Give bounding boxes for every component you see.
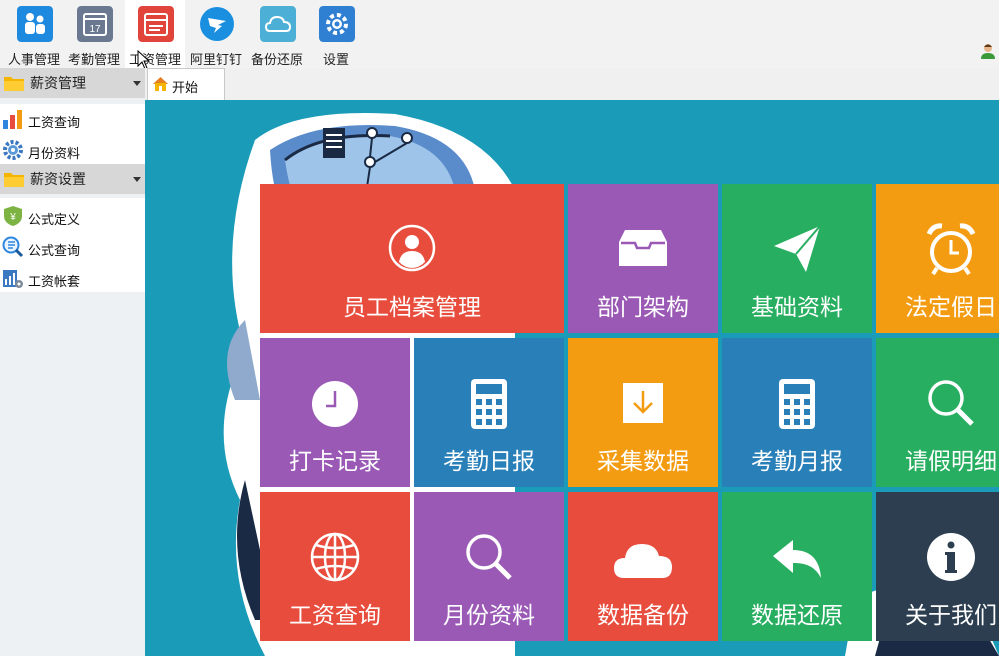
svg-text:¥: ¥ bbox=[9, 212, 16, 223]
search-icon bbox=[466, 534, 512, 580]
download-icon bbox=[623, 383, 663, 423]
tile-label: 基础资料 bbox=[751, 294, 843, 320]
toolbar-personnel-button[interactable]: 人事管理 bbox=[4, 0, 64, 68]
tile-label: 关于我们 bbox=[905, 602, 997, 628]
tab-strip: 开始 bbox=[145, 68, 999, 100]
paper-plane-icon bbox=[774, 225, 821, 272]
calculator-icon bbox=[471, 379, 507, 429]
sidebar: 薪资管理 工资查询 月份资料 薪资设置 ¥ 公式定义 公式查询 工资帐套 bbox=[0, 68, 145, 656]
cloud-icon bbox=[614, 544, 672, 578]
sidebar-group-salary-settings[interactable]: 薪资设置 bbox=[0, 164, 145, 194]
tab-label: 开始 bbox=[172, 80, 199, 95]
chart-gear-icon bbox=[3, 270, 23, 288]
sidebar-item-salary-query[interactable]: 工资查询 bbox=[0, 104, 145, 134]
tile-data-restore[interactable]: 数据还原 bbox=[722, 492, 872, 641]
alarm-clock-icon bbox=[926, 223, 976, 276]
tile-label: 采集数据 bbox=[597, 448, 689, 474]
mouse-cursor-icon bbox=[137, 50, 151, 70]
tile-label: 打卡记录 bbox=[289, 448, 381, 474]
toolbar-settings-button[interactable]: 设置 bbox=[306, 0, 366, 68]
inbox-icon bbox=[619, 230, 667, 266]
sidebar-item-label: 工资帐套 bbox=[28, 274, 81, 289]
tile-salary-query[interactable]: 工资查询 bbox=[260, 492, 410, 641]
tile-clock-records[interactable]: 打卡记录 bbox=[260, 338, 410, 487]
svg-text:17: 17 bbox=[89, 24, 101, 35]
sidebar-group-label: 薪资管理 bbox=[30, 75, 86, 91]
sidebar-item-label: 月份资料 bbox=[28, 146, 81, 161]
sidebar-item-label: 公式查询 bbox=[28, 243, 81, 258]
sidebar-group-salary-management[interactable]: 薪资管理 bbox=[0, 68, 145, 98]
toolbar-label: 备份还原 bbox=[250, 52, 303, 67]
calendar-red-icon bbox=[138, 6, 174, 42]
tile-department-structure[interactable]: 部门架构 bbox=[568, 184, 718, 333]
bar-chart-icon bbox=[3, 110, 22, 129]
main-dashboard: 员工档案管理 部门架构 基础资料 法定假日 打卡记录 考勤日报 采集数据 考勤月… bbox=[145, 100, 999, 656]
calculator-icon bbox=[779, 379, 815, 429]
people-icon bbox=[17, 6, 53, 42]
calendar-icon: 17 bbox=[77, 6, 113, 42]
tile-attendance-daily[interactable]: 考勤日报 bbox=[414, 338, 564, 487]
app-window: 人事管理 17 考勤管理 工资管理 阿里钉钉 备份还原 设置 薪资管理 工资查询… bbox=[0, 0, 999, 656]
top-toolbar: 人事管理 17 考勤管理 工资管理 阿里钉钉 备份还原 设置 bbox=[0, 0, 999, 70]
tile-label: 考勤月报 bbox=[751, 448, 843, 474]
sidebar-item-label: 工资查询 bbox=[28, 115, 81, 130]
tile-about-us[interactable]: 关于我们 bbox=[876, 492, 999, 641]
search-list-icon bbox=[2, 236, 24, 258]
sidebar-item-monthly-data[interactable]: 月份资料 bbox=[0, 135, 145, 165]
sidebar-group-label: 薪资设置 bbox=[30, 171, 86, 187]
gear-icon bbox=[3, 140, 23, 160]
gear-icon bbox=[319, 6, 355, 42]
dingtalk-icon bbox=[200, 7, 234, 41]
tile-label: 数据备份 bbox=[597, 602, 689, 628]
toolbar-label: 设置 bbox=[322, 52, 349, 67]
toolbar-salary-button[interactable]: 工资管理 bbox=[125, 0, 185, 70]
tile-monthly-data[interactable]: 月份资料 bbox=[414, 492, 564, 641]
toolbar-label: 人事管理 bbox=[7, 52, 60, 67]
folder-icon bbox=[4, 173, 24, 187]
tile-label: 数据还原 bbox=[751, 602, 843, 628]
toolbar-backup-button[interactable]: 备份还原 bbox=[247, 0, 307, 68]
toolbar-label: 工资管理 bbox=[128, 52, 181, 67]
user-avatar-icon[interactable] bbox=[979, 42, 997, 60]
tile-basic-data[interactable]: 基础资料 bbox=[722, 184, 872, 333]
tile-label: 请假明细 bbox=[905, 448, 997, 474]
sidebar-item-salary-ledger[interactable]: 工资帐套 bbox=[0, 263, 145, 293]
tile-label: 法定假日 bbox=[905, 294, 997, 320]
search-icon bbox=[928, 380, 974, 426]
toolbar-label: 阿里钉钉 bbox=[189, 52, 242, 67]
sidebar-item-label: 公式定义 bbox=[28, 212, 81, 227]
tile-public-holidays[interactable]: 法定假日 bbox=[876, 184, 999, 333]
user-icon bbox=[388, 224, 436, 272]
tile-label: 月份资料 bbox=[443, 602, 535, 628]
sidebar-item-formula-definition[interactable]: ¥ 公式定义 bbox=[0, 201, 145, 231]
shield-icon: ¥ bbox=[4, 206, 22, 226]
tile-employee-records[interactable]: 员工档案管理 bbox=[260, 184, 564, 333]
tile-label: 工资查询 bbox=[289, 602, 381, 628]
chevron-down-icon bbox=[133, 81, 141, 86]
sidebar-item-formula-query[interactable]: 公式查询 bbox=[0, 232, 145, 262]
toolbar-dingtalk-button[interactable]: 阿里钉钉 bbox=[186, 0, 246, 68]
clock-icon bbox=[312, 381, 358, 427]
tile-data-backup[interactable]: 数据备份 bbox=[568, 492, 718, 641]
tile-attendance-monthly[interactable]: 考勤月报 bbox=[722, 338, 872, 487]
chevron-down-icon bbox=[133, 177, 141, 182]
tile-label: 部门架构 bbox=[597, 294, 689, 320]
tile-leave-details[interactable]: 请假明细 bbox=[876, 338, 999, 487]
home-icon bbox=[153, 77, 168, 91]
toolbar-label: 考勤管理 bbox=[67, 52, 120, 67]
cloud-icon bbox=[260, 6, 296, 42]
tile-label: 考勤日报 bbox=[443, 448, 535, 474]
toolbar-attendance-button[interactable]: 17 考勤管理 bbox=[64, 0, 124, 68]
tab-start[interactable]: 开始 bbox=[147, 68, 225, 100]
globe-icon bbox=[310, 532, 360, 582]
tile-label: 员工档案管理 bbox=[343, 294, 481, 320]
reply-icon bbox=[773, 540, 821, 578]
info-icon bbox=[927, 533, 975, 581]
folder-icon bbox=[4, 77, 24, 91]
tile-collect-data[interactable]: 采集数据 bbox=[568, 338, 718, 487]
